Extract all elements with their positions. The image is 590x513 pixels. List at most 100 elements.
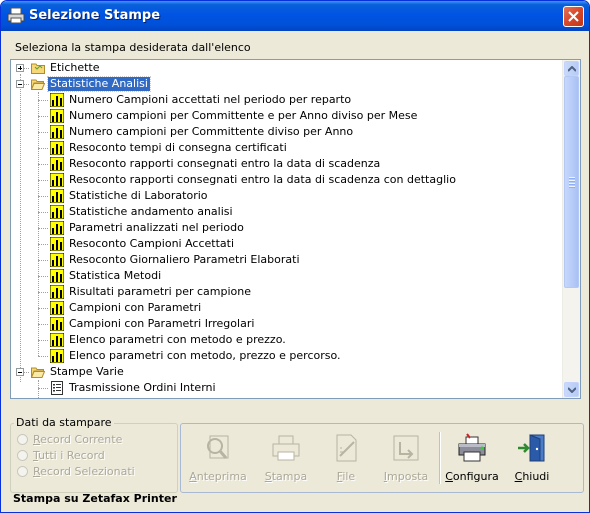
tree-node-label: Statistiche Analisi	[47, 76, 151, 92]
tree-item-label: Resoconto tempi di consegna certificati	[69, 141, 287, 154]
collapse-icon[interactable]	[16, 80, 24, 88]
tree-item-report[interactable]: Resoconto rapporti consegnati entro la d…	[11, 156, 564, 172]
tree-item-report[interactable]: Elenco parametri con metodo, prezzo e pe…	[11, 348, 564, 364]
bar-chart-icon	[50, 157, 64, 171]
printer-config-icon	[458, 433, 486, 462]
expand-icon[interactable]	[16, 64, 24, 72]
arrow-down-icon	[568, 387, 576, 393]
tool-label: Chiudi	[514, 470, 550, 483]
tree-item-report[interactable]: Numero Campioni accettati nel periodo pe…	[11, 92, 564, 108]
tree-item-label: Numero campioni per Committente e per An…	[69, 109, 418, 122]
tree-item-report[interactable]: Campioni con Parametri Irregolari	[11, 316, 564, 332]
status-text: Stampa su Zetafax Printer	[13, 492, 177, 505]
tree-item-trasmissione[interactable]: Trasmissione Ordini Interni	[11, 380, 564, 396]
exit-door-icon	[518, 434, 545, 462]
tree-node-etichette[interactable]: Etichette	[11, 60, 564, 76]
bar-chart-icon	[50, 349, 64, 363]
tool-label: Stampa	[264, 470, 308, 483]
bar-chart-icon	[50, 125, 64, 139]
tree-item-label: Statistiche andamento analisi	[69, 205, 233, 218]
bar-chart-icon	[50, 285, 64, 299]
imposta-button[interactable]: Imposta	[377, 430, 435, 486]
vertical-scrollbar[interactable]	[562, 60, 580, 398]
bar-chart-icon	[50, 333, 64, 347]
anteprima-button[interactable]: Anteprima	[189, 430, 247, 486]
bar-chart-icon	[50, 221, 64, 235]
tree-item-report[interactable]: Statistiche di Laboratorio	[11, 188, 564, 204]
tree-item-label: Elenco parametri con metodo e prezzo.	[69, 333, 286, 346]
radio-record-corrente[interactable]: Record Corrente	[17, 433, 177, 447]
radio-label: Record Corrente	[33, 433, 123, 446]
scroll-thumb[interactable]	[564, 76, 579, 288]
radio-tutti-record[interactable]: Tutti i Record	[17, 449, 177, 463]
tree-item-label: Statistiche di Laboratorio	[69, 189, 208, 202]
tree-item-label: Resoconto rapporti consegnati entro la d…	[69, 173, 456, 186]
file-button[interactable]: File	[317, 430, 375, 486]
tree-item-report[interactable]: Statistiche andamento analisi	[11, 204, 564, 220]
chiudi-button[interactable]: Chiudi	[503, 430, 561, 486]
tree-item-report[interactable]: Numero campioni per Committente diviso p…	[11, 124, 564, 140]
bar-chart-icon	[50, 93, 64, 107]
document-list-icon	[51, 381, 63, 395]
bar-chart-icon	[50, 173, 64, 187]
folder-closed-icon	[31, 63, 45, 74]
tree-item-report[interactable]: Parametri analizzati nel periodo	[11, 220, 564, 236]
action-toolbar: Anteprima Stampa File Imposta Configura …	[180, 423, 584, 493]
title-bar[interactable]: Selezione Stampe	[1, 1, 589, 31]
arrow-up-icon	[568, 66, 576, 72]
tree-item-report[interactable]: Resoconto tempi di consegna certificati	[11, 140, 564, 156]
tree-item-report[interactable]: Numero campioni per Committente e per An…	[11, 108, 564, 124]
scroll-down-button[interactable]	[564, 382, 579, 397]
tree-item-label: Risultati parametri per campione	[69, 285, 252, 298]
tool-label: Configura	[445, 470, 499, 483]
instruction-text: Seleziona la stampa desiderata dall'elen…	[15, 41, 251, 54]
tree-item-label: Numero campioni per Committente diviso p…	[69, 125, 354, 138]
folder-open-icon	[31, 79, 45, 90]
close-icon	[568, 11, 579, 22]
bar-chart-icon	[50, 269, 64, 283]
radio-label: Tutti i Record	[33, 449, 105, 462]
tree-node-statistiche-analisi[interactable]: Statistiche Analisi	[11, 76, 564, 92]
tool-label: Imposta	[383, 470, 429, 483]
close-button[interactable]	[563, 6, 584, 27]
radio-button[interactable]	[17, 466, 28, 477]
collapse-icon[interactable]	[16, 368, 24, 376]
tree-item-report[interactable]: Elenco parametri con metodo e prezzo.	[11, 332, 564, 348]
tree-item-label: Resoconto rapporti consegnati entro la d…	[69, 157, 381, 170]
bar-chart-icon	[50, 109, 64, 123]
tree-item-report[interactable]: Resoconto rapporti consegnati entro la d…	[11, 172, 564, 188]
radio-button[interactable]	[17, 450, 28, 461]
tree-item-report[interactable]: Risultati parametri per campione	[11, 284, 564, 300]
tool-label: Anteprima	[189, 470, 247, 483]
data-options-title: Dati da stampare	[14, 416, 114, 429]
bar-chart-icon	[50, 141, 64, 155]
tree-item-report[interactable]: Campioni con Parametri	[11, 300, 564, 316]
tree-node-label: Stampe Varie	[50, 365, 124, 378]
tree-item-label: Statistica Metodi	[69, 269, 162, 282]
report-tree[interactable]: Etichette Statistiche Analisi Numero Cam…	[10, 59, 581, 399]
printer-icon	[272, 435, 300, 461]
scroll-up-button[interactable]	[564, 61, 579, 76]
bar-chart-icon	[50, 253, 64, 267]
tree-item-label: Resoconto Giornaliero Parametri Elaborat…	[69, 253, 300, 266]
tree-item-label: Trasmissione Ordini Interni	[69, 381, 216, 394]
tree-node-stampe-varie[interactable]: Stampe Varie	[11, 364, 564, 380]
tree-item-report[interactable]: Statistica Metodi	[11, 268, 564, 284]
tree-item-label: Parametri analizzati nel periodo	[69, 221, 244, 234]
stampa-button[interactable]: Stampa	[257, 430, 315, 486]
radio-label: Record Selezionati	[33, 465, 135, 478]
radio-button[interactable]	[17, 434, 28, 445]
configura-button[interactable]: Configura	[443, 430, 501, 486]
tree-item-label: Campioni con Parametri Irregolari	[69, 317, 255, 330]
page-setup-icon	[393, 435, 419, 461]
tree-item-label: Campioni con Parametri	[69, 301, 202, 314]
preview-icon	[207, 435, 229, 459]
bar-chart-icon	[50, 317, 64, 331]
tree-item-report[interactable]: Resoconto Campioni Accettati	[11, 236, 564, 252]
tree-item-label: Elenco parametri con metodo, prezzo e pe…	[69, 349, 341, 362]
tree-node-label: Etichette	[50, 61, 100, 74]
tree-item-label: Numero Campioni accettati nel periodo pe…	[69, 93, 352, 106]
file-write-icon	[336, 434, 357, 462]
radio-record-selezionati[interactable]: Record Selezionati	[17, 465, 177, 479]
tree-item-report[interactable]: Resoconto Giornaliero Parametri Elaborat…	[11, 252, 564, 268]
